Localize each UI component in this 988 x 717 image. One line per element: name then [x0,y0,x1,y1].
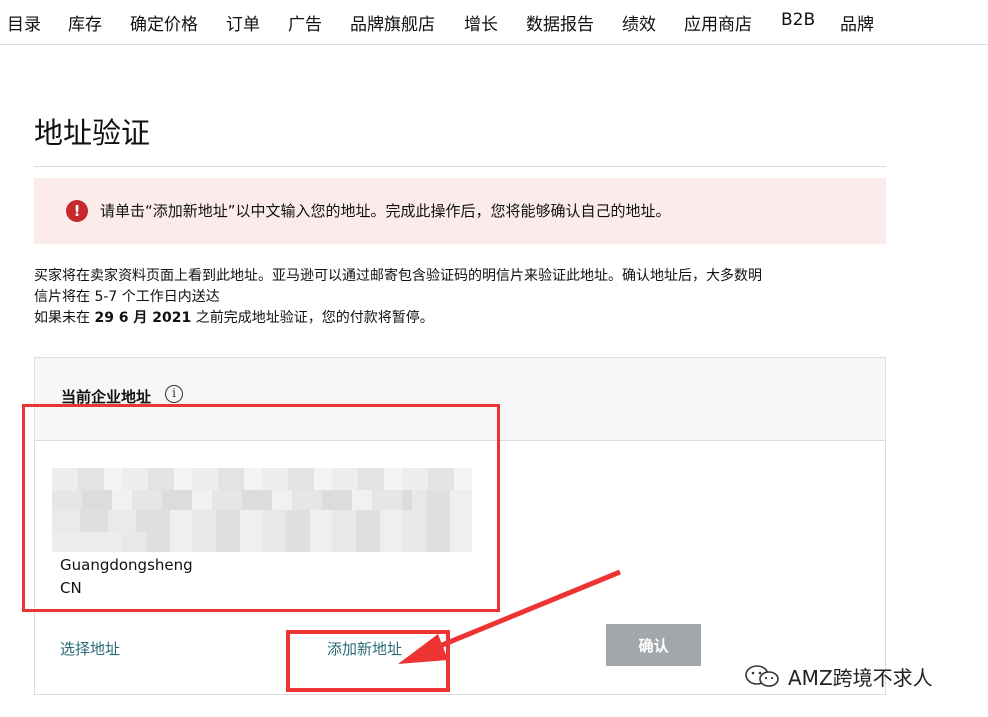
nav-item-brands[interactable]: 品牌 [840,10,874,35]
error-icon: ! [66,200,88,222]
nav-item-pricing[interactable]: 确定价格 [130,10,198,35]
info-line-1: 买家将在卖家资料页面上看到此地址。亚马逊可以通过邮寄包含验证码的明信片来验证此地… [34,268,762,284]
deadline-prefix: 如果未在 [34,310,95,326]
title-divider [34,166,886,167]
nav-item-b2b[interactable]: B2B [781,10,815,30]
confirm-button[interactable]: 确认 [606,624,701,666]
nav-item-advertising[interactable]: 广告 [288,10,322,35]
select-address-link[interactable]: 选择地址 [60,638,120,659]
top-navigation: 目录 库存 确定价格 订单 广告 品牌旗舰店 增长 数据报告 绩效 应用商店 B… [0,0,988,45]
page-title: 地址验证 [34,116,151,150]
watermark-text: AMZ跨境不求人 [788,666,933,690]
alert-banner: ! 请单击“添加新地址”以中文输入您的地址。完成此操作后，您将能够确认自己的地址… [34,178,886,244]
annotation-highlight-add-link [286,630,450,692]
verification-info: 买家将在卖家资料页面上看到此地址。亚马逊可以通过邮寄包含验证码的明信片来验证此地… [34,266,894,329]
alert-message: 请单击“添加新地址”以中文输入您的地址。完成此操作后，您将能够确认自己的地址。 [100,202,671,220]
info-icon[interactable]: i [165,385,183,403]
nav-item-orders[interactable]: 订单 [226,10,260,35]
annotation-highlight-address [22,404,500,612]
nav-item-catalog[interactable]: 目录 [7,10,41,35]
nav-item-performance[interactable]: 绩效 [622,10,656,35]
wechat-icon [745,665,779,687]
nav-item-appstore[interactable]: 应用商店 [684,10,752,35]
nav-item-inventory[interactable]: 库存 [68,10,102,35]
deadline-date: 29 6 月 2021 [94,310,192,326]
info-line-3: 如果未在 29 6 月 2021 之前完成地址验证，您的付款将暂停。 [34,308,894,329]
deadline-suffix: 之前完成地址验证，您的付款将暂停。 [191,310,434,326]
nav-item-stores[interactable]: 品牌旗舰店 [350,10,435,35]
nav-item-growth[interactable]: 增长 [464,10,498,35]
nav-item-reports[interactable]: 数据报告 [526,10,594,35]
info-line-2: 信片将在 5-7 个工作日内送达 [34,289,220,305]
